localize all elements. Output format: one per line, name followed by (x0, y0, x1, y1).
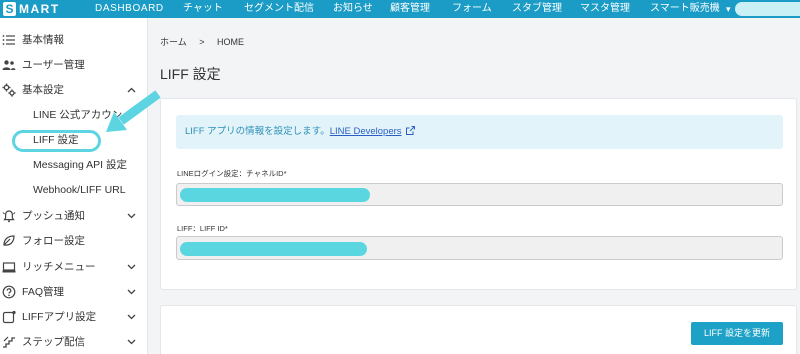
line-developers-link[interactable]: LINE Developers (330, 126, 402, 137)
page-title: LIFF 設定 (160, 66, 221, 82)
actions-card: LIFF 設定を更新 (160, 305, 797, 354)
sidebar-item-label: プッシュ通知 (22, 210, 85, 222)
sidebar-item-label: LINE 公式アカウン (33, 109, 123, 121)
sidebar-item-faq[interactable]: FAQ管理 (0, 284, 147, 300)
breadcrumb: ホーム > HOME (160, 36, 254, 48)
info-alert: LIFF アプリの情報を設定します。LINE Developers (176, 115, 783, 149)
sidebar-item-users[interactable]: ユーザー管理 (0, 57, 147, 73)
sidebar-item-step-delivery[interactable]: ステップ配信 (0, 334, 147, 350)
users-icon (2, 58, 16, 72)
main-content: ホーム > HOME LIFF 設定 LIFF アプリの情報を設定します。LIN… (148, 18, 800, 354)
user-menu-redacted[interactable] (735, 2, 800, 16)
monitor-icon (2, 260, 16, 274)
redacted-value (180, 242, 367, 256)
chevron-down-icon[interactable] (127, 213, 136, 219)
logo-subtitle: DASHBOARD (95, 3, 164, 14)
sidebar-item-label: 基本情報 (22, 34, 64, 46)
update-liff-settings-button[interactable]: LIFF 設定を更新 (691, 322, 783, 345)
sidebar-item-liff-settings[interactable]: LIFF 設定 (0, 132, 147, 148)
sidebar-item-rich-menu[interactable]: リッチメニュー (0, 259, 147, 275)
channel-id-input[interactable] (176, 183, 783, 206)
nav-smart-vending[interactable]: スマート販売機 (650, 2, 720, 16)
sidebar-item-follow-settings[interactable]: フォロー設定 (0, 233, 147, 249)
chevron-down-icon[interactable] (127, 339, 136, 345)
breadcrumb-separator: > (199, 37, 205, 47)
chevron-down-icon[interactable] (127, 314, 136, 320)
nav-staff[interactable]: スタブ管理 (512, 2, 562, 16)
logo-text: MART (19, 2, 60, 16)
info-text: LIFF アプリの情報を設定します。 (185, 126, 330, 137)
sidebar-item-label: 基本設定 (22, 84, 64, 96)
nav-customers[interactable]: 顧客管理 (390, 2, 430, 16)
sidebar-item-basic-info[interactable]: 基本情報 (0, 32, 147, 48)
settings-card: LIFF アプリの情報を設定します。LINE Developers LINEログ… (160, 98, 797, 290)
chevron-up-icon[interactable] (127, 87, 136, 93)
sidebar-item-label: ユーザー管理 (22, 59, 85, 71)
external-link-icon[interactable] (405, 126, 415, 135)
sidebar-item-push-notifications[interactable]: プッシュ通知 (0, 208, 147, 224)
liff-id-input[interactable] (176, 236, 783, 260)
sidebar-item-label: LIFFアプリ設定 (22, 311, 97, 323)
nav-segment-delivery[interactable]: セグメント配信 (244, 2, 314, 16)
bell-icon (2, 209, 16, 223)
sidebar-item-label: Webhook/LIFF URL (33, 184, 126, 196)
sidebar-item-liff-app-settings[interactable]: LIFFアプリ設定 (0, 309, 147, 325)
gear-icon (2, 83, 16, 97)
steps-icon (2, 335, 16, 349)
sidebar-item-messaging-api[interactable]: Messaging API 設定 (0, 157, 147, 173)
logo-initial: S (3, 2, 16, 16)
sidebar-item-label: ステップ配信 (22, 336, 85, 348)
sidebar-item-basic-settings[interactable]: 基本設定 (0, 82, 147, 98)
sidebar-item-label: Messaging API 設定 (33, 159, 127, 171)
sidebar-item-label: フォロー設定 (22, 235, 85, 247)
redacted-value (180, 188, 370, 202)
chevron-down-icon[interactable]: ▾ (726, 2, 731, 16)
nav-chat[interactable]: チャット (183, 2, 223, 16)
chevron-down-icon[interactable] (127, 289, 136, 295)
nav-news[interactable]: お知らせ (333, 2, 373, 16)
sidebar: 基本情報 ユーザー管理 基本設定 LINE 公式アカウン LIFF 設定 Mes… (0, 18, 148, 354)
nav-forms[interactable]: フォーム (452, 2, 492, 16)
nav-master[interactable]: マスタ管理 (580, 2, 630, 16)
sidebar-item-label: リッチメニュー (22, 261, 96, 273)
app-icon (2, 310, 16, 324)
breadcrumb-home[interactable]: ホーム (160, 37, 187, 47)
sidebar-item-webhook-liff-url[interactable]: Webhook/LIFF URL (0, 182, 147, 198)
sidebar-item-line-official-account[interactable]: LINE 公式アカウン (0, 107, 147, 123)
top-navbar: S MART DASHBOARD チャット セグメント配信 お知らせ 顧客管理 … (0, 0, 800, 18)
follow-icon (2, 234, 16, 248)
question-icon (2, 285, 16, 299)
sidebar-item-label: LIFF 設定 (33, 134, 79, 146)
liff-id-label: LIFF：LIFF ID* (177, 224, 228, 233)
sidebar-item-label: FAQ管理 (22, 286, 65, 298)
list-icon (2, 33, 16, 47)
channel-id-label: LINEログイン設定：チャネルID* (177, 169, 287, 178)
chevron-down-icon[interactable] (127, 264, 136, 270)
breadcrumb-current: HOME (217, 37, 245, 47)
